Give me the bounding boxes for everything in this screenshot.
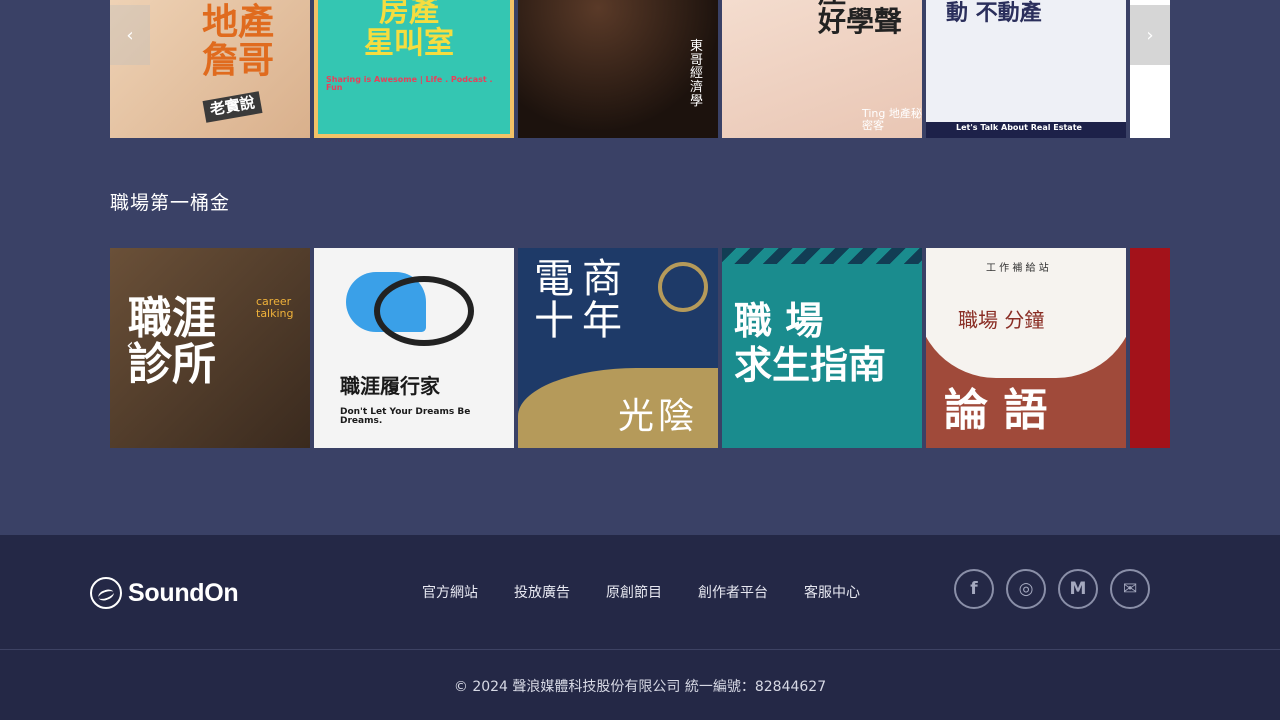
- footer-divider: [0, 649, 1280, 650]
- podcast-card[interactable]: [1130, 248, 1170, 448]
- footer: SoundOn 官方網站 投放廣告 原創節目 創作者平台 客服中心 f ◎ M …: [0, 535, 1280, 720]
- card-title: 東 哥 經 濟 學: [690, 39, 704, 109]
- card-subtitle: Sharing is Awesome | Life . Podcast . Fu…: [326, 75, 493, 93]
- carousel-career: 職涯 診所 career talking 職涯履行家 Don't Let You…: [110, 248, 1170, 448]
- podcast-card[interactable]: 東 哥 經 濟 學: [518, 0, 718, 138]
- footer-link-help-center[interactable]: 客服中心: [786, 583, 878, 603]
- copyright: © 2024 聲浪媒體科技股份有限公司 統一編號：82844627: [453, 679, 827, 695]
- soundon-logo[interactable]: SoundOn: [90, 577, 239, 609]
- podcast-card[interactable]: 職涯履行家 Don't Let Your Dreams Be Dreams.: [314, 248, 514, 448]
- card-title: 房產 星叫室: [364, 0, 454, 61]
- card-top-label: 工 作 補 給 站: [986, 263, 1049, 274]
- card-subtitle: Don't Let Your Dreams Be Dreams.: [340, 407, 471, 427]
- podcast-card[interactable]: 職 場 求生指南: [722, 248, 922, 448]
- card-title: 產 好學聲: [818, 0, 903, 39]
- card-subtitle: 光陰: [618, 396, 699, 437]
- footer-links: 官方網站 投放廣告 原創節目 創作者平台 客服中心: [404, 583, 878, 603]
- footer-link-creator-platform[interactable]: 創作者平台: [680, 583, 786, 603]
- footer-link-original-shows[interactable]: 原創節目: [588, 583, 680, 603]
- carousel-next-button[interactable]: ›: [1130, 5, 1170, 65]
- podcast-card[interactable]: 房產 星叫室 Sharing is Awesome | Life . Podca…: [314, 0, 514, 138]
- logo-text: SoundOn: [128, 578, 239, 607]
- podcast-card[interactable]: 工 作 補 給 站 職場 分鐘 論 語: [926, 248, 1126, 448]
- footer-link-advertise[interactable]: 投放廣告: [496, 583, 588, 603]
- main-content: 地產 詹哥 老實說 房產 星叫室 Sharing is Awesome | Li…: [0, 0, 1280, 535]
- card-title: 職 場 求生指南: [734, 299, 887, 387]
- social-links: f ◎ M ✉: [954, 569, 1150, 609]
- podcast-card[interactable]: 動 不動產 Let's Talk About Real Estate: [926, 0, 1126, 138]
- card-subtitle: Ting 地產秘密客: [862, 107, 922, 132]
- card-title: 電商 十年: [534, 256, 630, 344]
- footer-link-official-site[interactable]: 官方網站: [404, 583, 496, 603]
- podcast-card[interactable]: 電商 十年 光陰: [518, 248, 718, 448]
- section-title: 職場第一桶金: [110, 192, 231, 214]
- card-title: 動 不動產: [946, 1, 1042, 26]
- facebook-icon[interactable]: f: [954, 569, 994, 609]
- carousel-real-estate: 地產 詹哥 老實說 房產 星叫室 Sharing is Awesome | Li…: [110, 0, 1170, 138]
- card-title: 地產 詹哥: [202, 2, 275, 81]
- carousel-prev-button[interactable]: ‹: [110, 315, 150, 375]
- card-title: 職場 分鐘: [958, 308, 1045, 332]
- carousel-prev-button[interactable]: ‹: [110, 5, 150, 65]
- medium-icon[interactable]: M: [1058, 569, 1098, 609]
- card-subtitle: Let's Talk About Real Estate: [956, 123, 1082, 132]
- soundon-logo-icon: [90, 577, 122, 609]
- podcast-card[interactable]: 產 好學聲 Ting 地產秘密客: [722, 0, 922, 138]
- card-subtitle: career talking: [256, 295, 294, 320]
- card-subtitle: 論 語: [944, 385, 1048, 436]
- instagram-icon[interactable]: ◎: [1006, 569, 1046, 609]
- mail-icon[interactable]: ✉: [1110, 569, 1150, 609]
- card-title: 職涯履行家: [340, 374, 440, 398]
